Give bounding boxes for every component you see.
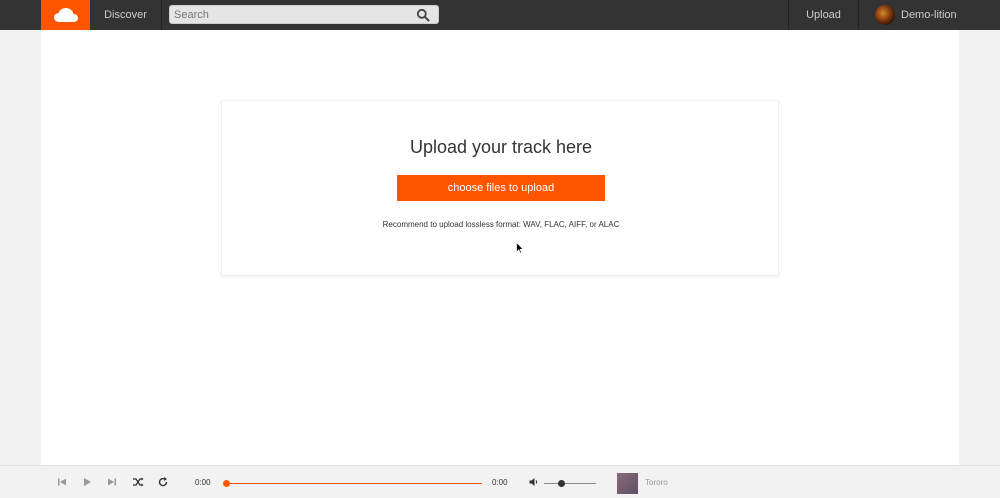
nav-upload-link[interactable]: Upload	[789, 0, 859, 30]
repeat-icon[interactable]	[157, 476, 169, 488]
upload-format-note: Recommend to upload lossless format: WAV…	[382, 220, 620, 229]
search-bar	[169, 5, 439, 24]
shuffle-icon[interactable]	[132, 476, 144, 488]
soundcloud-cloud-icon	[53, 8, 78, 22]
skip-previous-icon[interactable]	[56, 476, 68, 488]
volume-handle[interactable]	[558, 480, 565, 487]
progress-handle[interactable]	[223, 480, 230, 487]
user-menu[interactable]: Demo-lition	[870, 0, 957, 30]
upload-title: Upload your track here	[409, 137, 593, 157]
search-icon[interactable]	[416, 8, 430, 22]
player-bar: 0:00 0:00 Tororo	[0, 465, 1000, 498]
track-artwork[interactable]	[617, 473, 638, 494]
upload-card: Upload your track here choose files to u…	[221, 100, 779, 276]
logo-button[interactable]	[41, 0, 90, 30]
track-title[interactable]: Tororo	[645, 478, 668, 487]
nav-discover-link[interactable]: Discover	[90, 0, 162, 30]
mouse-cursor-icon	[516, 242, 524, 254]
main-content: Upload your track here choose files to u…	[41, 30, 959, 465]
current-time: 0:00	[195, 478, 211, 487]
progress-bar[interactable]	[226, 483, 482, 484]
username-label: Demo-lition	[901, 9, 957, 21]
skip-next-icon[interactable]	[106, 476, 118, 488]
avatar	[875, 5, 895, 25]
volume-icon[interactable]	[528, 476, 540, 488]
choose-files-button[interactable]: choose files to upload	[397, 175, 605, 201]
top-navbar: Discover Upload Demo-lition	[0, 0, 1000, 30]
volume-slider[interactable]	[544, 483, 596, 484]
play-icon[interactable]	[81, 476, 93, 488]
total-time: 0:00	[492, 478, 508, 487]
search-input[interactable]	[174, 7, 414, 22]
